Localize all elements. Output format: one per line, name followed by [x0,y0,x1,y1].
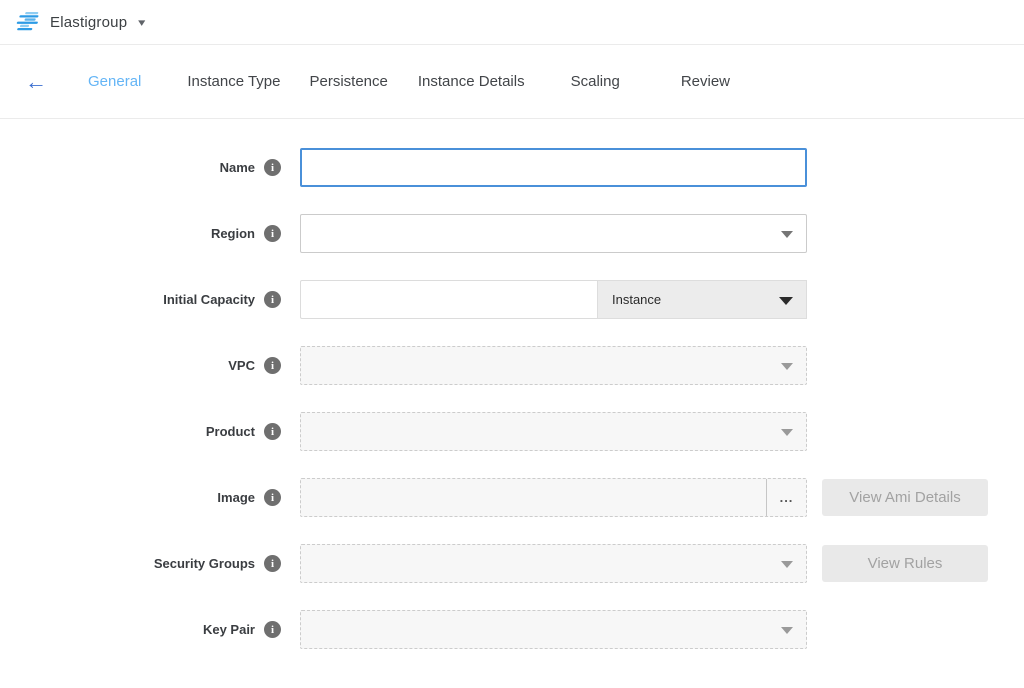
product-select [300,412,807,451]
form-row-region: Region i [0,214,1024,253]
tab-general[interactable]: General [88,73,141,90]
image-field-value [301,479,766,516]
tab-instance-type[interactable]: Instance Type [187,73,280,90]
key-pair-label: Key Pair [203,622,255,637]
wizard-tabs: General Instance Type Persistence Instan… [88,73,730,90]
caret-down-icon [781,363,793,370]
form-row-vpc: VPC i [0,346,1024,385]
caret-down-icon [781,231,793,238]
capacity-unit-select[interactable]: Instance [597,280,807,319]
caret-down-icon [781,627,793,634]
vpc-select [300,346,807,385]
app-title: Elastigroup [50,14,127,31]
info-icon[interactable]: i [264,159,281,176]
info-icon[interactable]: i [264,621,281,638]
info-icon[interactable]: i [264,357,281,374]
form-row-key-pair: Key Pair i [0,610,1024,649]
tab-scaling[interactable]: Scaling [571,73,620,90]
image-label: Image [217,490,255,505]
general-settings-form: Name i Region i Initial Capacity i Inst [0,119,1024,649]
elastigroup-logo-icon [14,10,40,34]
back-button[interactable]: ← [16,69,56,95]
tab-instance-details[interactable]: Instance Details [418,73,525,90]
caret-down-icon [781,429,793,436]
info-icon[interactable]: i [264,423,281,440]
name-label: Name [220,160,255,175]
tab-review[interactable]: Review [681,73,730,90]
region-label: Region [211,226,255,241]
capacity-unit-value: Instance [612,292,661,307]
form-row-name: Name i [0,148,1024,187]
security-groups-select [300,544,807,583]
image-browse-button[interactable]: ... [766,479,806,516]
info-icon[interactable]: i [264,291,281,308]
info-icon[interactable]: i [264,225,281,242]
form-row-product: Product i [0,412,1024,451]
info-icon[interactable]: i [264,555,281,572]
tab-persistence[interactable]: Persistence [310,73,388,90]
form-row-image: Image i ... View Ami Details [0,478,1024,517]
info-icon[interactable]: i [264,489,281,506]
image-field: ... [300,478,807,517]
region-select[interactable] [300,214,807,253]
view-ami-details-button[interactable]: View Ami Details [822,479,988,516]
app-switcher-caret-icon: ▾ [138,16,145,29]
initial-capacity-input[interactable] [300,280,597,319]
view-rules-button[interactable]: View Rules [822,545,988,582]
vpc-label: VPC [228,358,255,373]
topbar: Elastigroup ▾ [0,0,1024,45]
product-label: Product [206,424,255,439]
security-groups-label: Security Groups [154,556,255,571]
caret-down-icon [779,297,793,305]
form-row-security-groups: Security Groups i View Rules [0,544,1024,583]
wizard-tabbar: ← General Instance Type Persistence Inst… [0,45,1024,119]
app-switcher[interactable]: Elastigroup ▾ [14,10,145,34]
form-row-initial-capacity: Initial Capacity i Instance [0,280,1024,319]
initial-capacity-label: Initial Capacity [163,292,255,307]
key-pair-select [300,610,807,649]
caret-down-icon [781,561,793,568]
name-input[interactable] [300,148,807,187]
